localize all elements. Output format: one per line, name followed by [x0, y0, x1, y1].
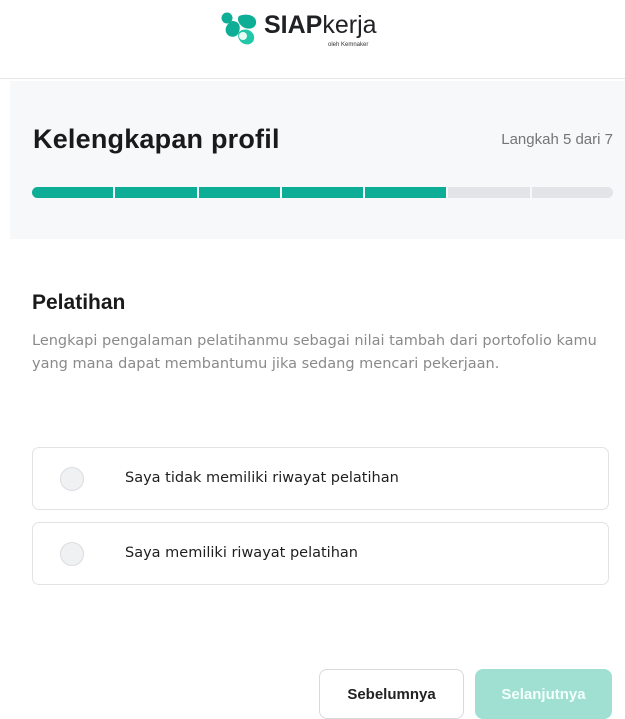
siapkerja-logo-icon: [221, 12, 257, 45]
section-description: Lengkapi pengalaman pelatihanmu sebagai …: [32, 333, 597, 372]
radio-circle-icon[interactable]: [60, 467, 84, 491]
brand-name-bold: SIAP: [264, 11, 323, 39]
page-title: Kelengkapan profil: [33, 124, 280, 154]
option-label: Saya tidak memiliki riwayat pelatihan: [125, 470, 399, 486]
progress-segment-6: [448, 187, 530, 198]
section-title: Pelatihan: [32, 291, 126, 314]
siapkerja-wordmark: SIAPkerja: [264, 10, 377, 40]
next-button[interactable]: Selanjutnya: [475, 669, 612, 719]
brand-name-thin: kerja: [322, 11, 377, 39]
profile-progress-panel: Kelengkapan profil Langkah 5 dari 7: [10, 81, 625, 239]
progress-segment-4: [281, 187, 364, 198]
progress-segment-5: [365, 187, 447, 198]
option-label: Saya memiliki riwayat pelatihan: [125, 545, 358, 561]
progress-segment-3: [198, 187, 280, 198]
progress-segment-1: [32, 187, 114, 198]
radio-circle-icon[interactable]: [60, 542, 84, 566]
progress-segment-2: [115, 187, 197, 198]
option-has-training[interactable]: Saya memiliki riwayat pelatihan: [32, 522, 609, 585]
progress-segment-7: [531, 187, 613, 198]
option-no-training[interactable]: Saya tidak memiliki riwayat pelatihan: [32, 447, 609, 510]
brand-subtitle: oleh Kemnaker: [328, 42, 369, 48]
previous-button[interactable]: Sebelumnya: [319, 669, 464, 719]
siapkerja-logo[interactable]: SIAPkerja oleh Kemnaker: [219, 8, 389, 52]
app-header: SIAPkerja oleh Kemnaker: [0, 0, 625, 79]
profile-progress-bar: [32, 187, 613, 198]
progress-step-text: Langkah 5 dari 7: [501, 131, 613, 148]
